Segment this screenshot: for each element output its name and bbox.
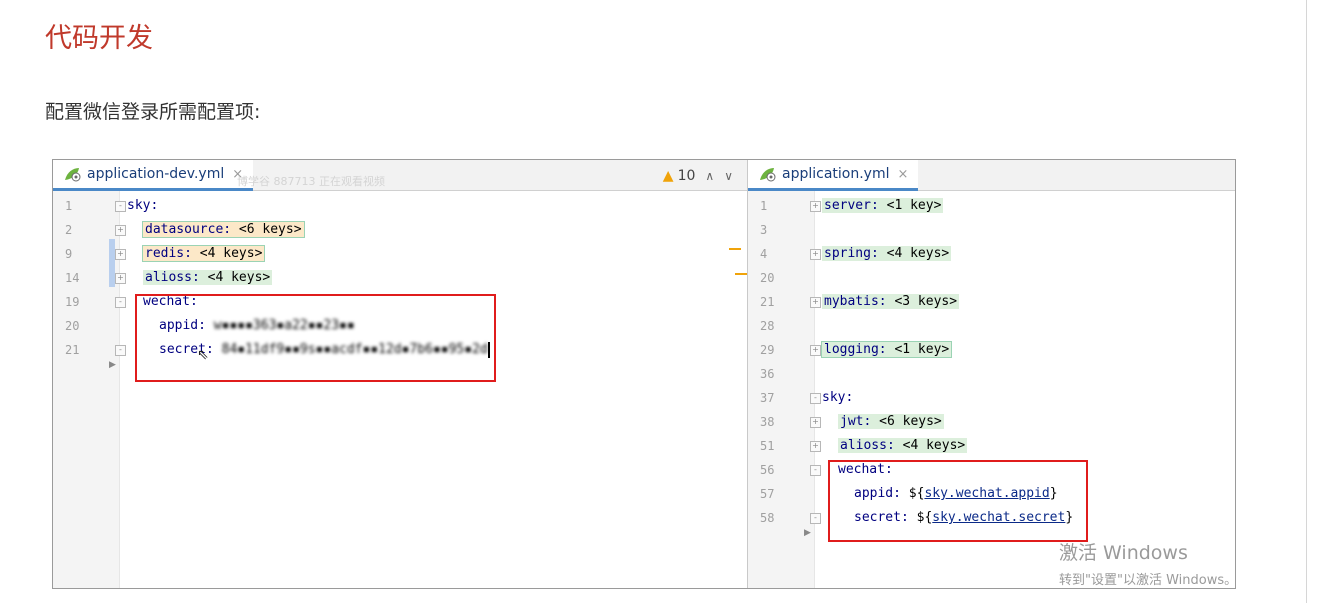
run-gutter-icon[interactable]: ▶ bbox=[804, 528, 811, 538]
warning-count: 10 bbox=[677, 168, 696, 184]
collapsed-block[interactable]: datasource: <6 keys> bbox=[142, 221, 305, 238]
line-number: 3 bbox=[760, 223, 768, 237]
code-line: alioss: <4 keys> bbox=[838, 434, 1235, 458]
windows-activation-watermark: 激活 Windows 转到"设置"以激活 Windows。 bbox=[1059, 542, 1238, 588]
line-number: 9 bbox=[65, 247, 73, 261]
warning-icon: ▲ bbox=[662, 168, 674, 184]
line-number: 38 bbox=[760, 415, 775, 429]
line-number: 36 bbox=[760, 367, 775, 381]
highlight-box bbox=[828, 460, 1088, 542]
code-line: server: <1 key> bbox=[822, 194, 1235, 218]
ide-screenshot: application-dev.yml × 博学谷 887713 正在观看视频 … bbox=[52, 159, 1236, 589]
line-number: 2 bbox=[65, 223, 73, 237]
yml-file-icon bbox=[758, 166, 778, 182]
left-editor: application-dev.yml × 博学谷 887713 正在观看视频 … bbox=[53, 160, 747, 588]
tab-label: application.yml bbox=[782, 166, 890, 182]
page-description: 配置微信登录所需配置项: bbox=[45, 101, 261, 123]
code-line: jwt: <6 keys> bbox=[838, 410, 1235, 434]
inspection-widget[interactable]: ▲ 10 ∧ ∨ bbox=[663, 166, 733, 186]
warning-stripe bbox=[735, 273, 747, 275]
collapsed-block[interactable]: spring: <4 keys> bbox=[822, 246, 952, 261]
line-number: 21 bbox=[760, 295, 775, 309]
tab-label: application-dev.yml bbox=[87, 166, 225, 182]
run-gutter-icon[interactable]: ▶ bbox=[109, 360, 116, 370]
line-number: 4 bbox=[760, 247, 768, 261]
code-line: datasource: <6 keys> bbox=[142, 218, 747, 242]
line-number: 37 bbox=[760, 391, 775, 405]
line-number: 19 bbox=[65, 295, 80, 309]
page-right-border bbox=[1306, 0, 1307, 603]
chevron-down-icon[interactable]: ∨ bbox=[724, 169, 733, 183]
collapsed-block[interactable]: server: <1 key> bbox=[822, 198, 944, 213]
right-editor: application.yml × 1 3 4 20 21 28 29 36 3… bbox=[748, 160, 1235, 588]
highlight-box bbox=[135, 294, 496, 382]
tab-application-yml[interactable]: application.yml × bbox=[748, 160, 919, 191]
code-line: alioss: <4 keys> bbox=[143, 266, 747, 290]
collapsed-block[interactable]: alioss: <4 keys> bbox=[838, 438, 968, 453]
code-line: spring: <4 keys> bbox=[822, 242, 1235, 266]
line-number: 1 bbox=[65, 199, 73, 213]
left-tab-bar: application-dev.yml × bbox=[53, 160, 747, 191]
collapsed-block[interactable]: jwt: <6 keys> bbox=[838, 414, 944, 429]
code-line: redis: <4 keys> bbox=[141, 242, 747, 266]
close-tab-icon[interactable]: × bbox=[898, 167, 909, 182]
collapsed-block[interactable]: alioss: <4 keys> bbox=[143, 270, 273, 285]
line-number: 58 bbox=[760, 511, 775, 525]
tab-application-dev-yml[interactable]: application-dev.yml × bbox=[53, 160, 254, 191]
line-number: 21 bbox=[65, 343, 80, 357]
left-code-area[interactable]: sky: datasource: <6 keys> redis: <4 keys… bbox=[119, 191, 747, 588]
line-number: 1 bbox=[760, 199, 768, 213]
line-number: 51 bbox=[760, 439, 775, 453]
line-number: 28 bbox=[760, 319, 775, 333]
yml-file-icon bbox=[63, 166, 83, 182]
video-watermark: 博学谷 887713 正在观看视频 bbox=[237, 175, 385, 188]
code-line: sky: bbox=[822, 390, 854, 405]
line-number: 56 bbox=[760, 463, 775, 477]
chevron-up-icon[interactable]: ∧ bbox=[705, 169, 714, 183]
collapsed-block[interactable]: logging: <1 key> bbox=[820, 341, 953, 358]
line-number: 57 bbox=[760, 487, 775, 501]
code-line: logging: <1 key> bbox=[820, 338, 1235, 362]
page-title: 代码开发 bbox=[45, 23, 153, 54]
collapsed-block[interactable]: mybatis: <3 keys> bbox=[822, 294, 960, 309]
warning-stripe bbox=[729, 248, 741, 250]
code-line: mybatis: <3 keys> bbox=[822, 290, 1235, 314]
code-line: sky: bbox=[127, 198, 159, 213]
line-number: 29 bbox=[760, 343, 775, 357]
line-number: 14 bbox=[65, 271, 80, 285]
right-tab-bar: application.yml × bbox=[748, 160, 1235, 191]
collapsed-block[interactable]: redis: <4 keys> bbox=[141, 245, 266, 262]
line-number: 20 bbox=[760, 271, 775, 285]
line-number: 20 bbox=[65, 319, 80, 333]
